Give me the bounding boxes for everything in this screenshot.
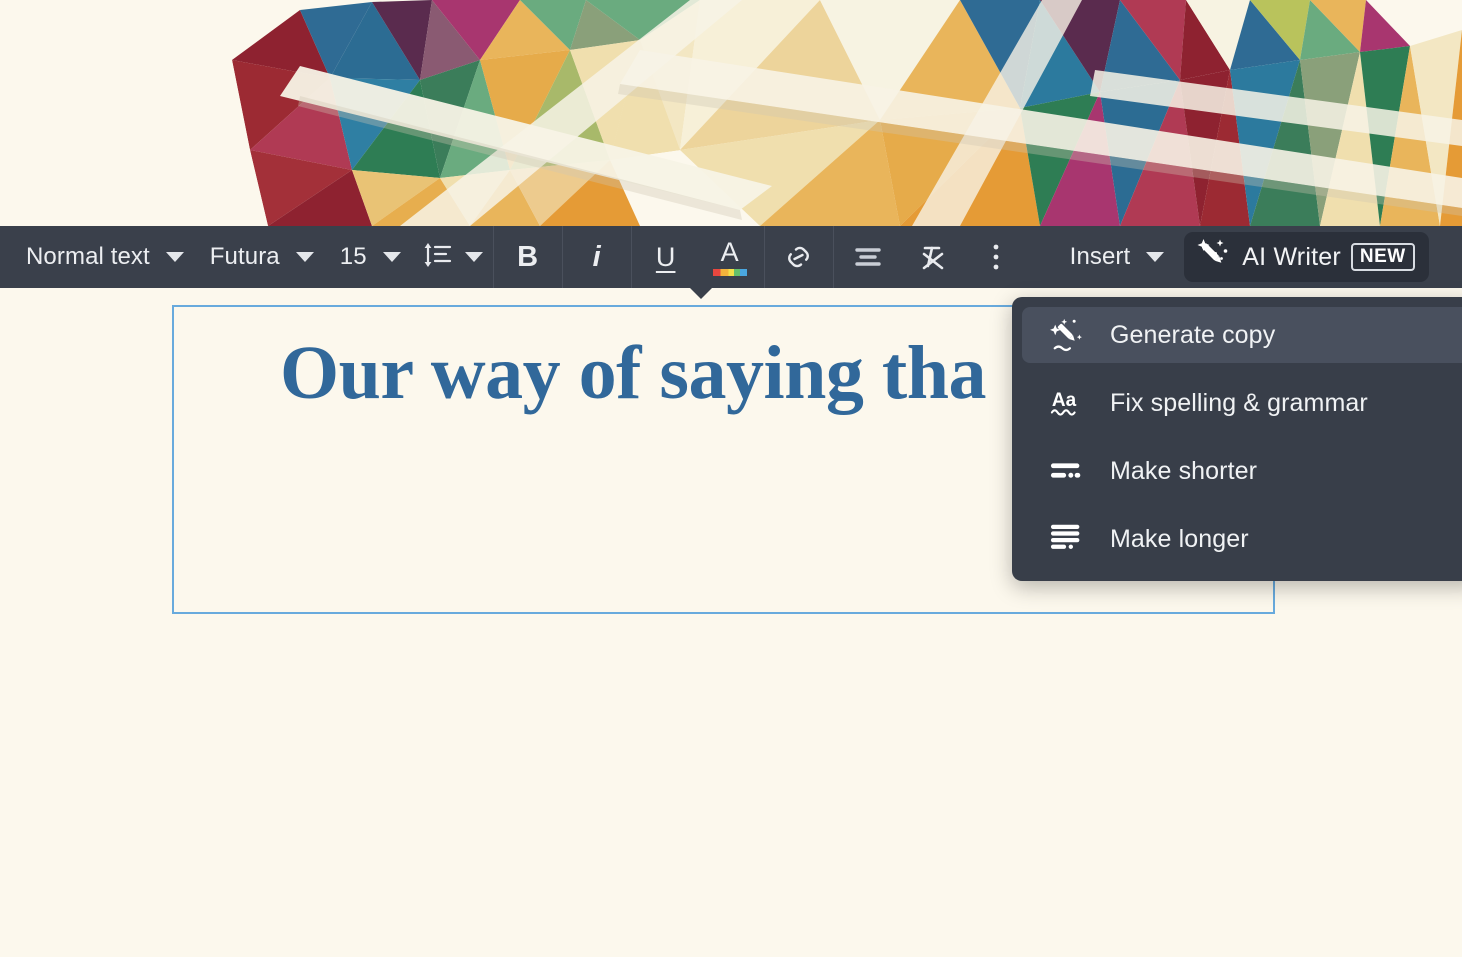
menu-item-make-longer[interactable]: Make longer	[1022, 511, 1462, 567]
chevron-down-icon	[295, 252, 314, 262]
menu-item-label: Make longer	[1110, 524, 1249, 553]
menu-spacer	[1012, 431, 1462, 443]
toolbar-separator	[561, 226, 563, 288]
underline-button[interactable]: U	[634, 226, 698, 288]
bold-button[interactable]: B	[496, 226, 560, 288]
toolbar-separator	[832, 226, 834, 288]
svg-text:Aa: Aa	[1052, 390, 1077, 411]
paragraph-style-dropdown[interactable]: Normal text	[8, 235, 192, 279]
magic-wand-icon	[1196, 238, 1232, 277]
bold-label: B	[517, 240, 539, 273]
text-formatting-toolbar: Normal text Futura 15 B i U A Insert AI …	[0, 226, 1462, 288]
link-icon	[782, 242, 816, 272]
menu-spacer	[1012, 363, 1462, 375]
lowpoly-artwork	[0, 0, 1462, 226]
chevron-down-icon	[165, 252, 184, 262]
ai-writer-label: AI Writer	[1242, 242, 1341, 271]
menu-item-make-shorter[interactable]: Make shorter	[1022, 443, 1462, 499]
magic-wand-pencil-icon	[1050, 317, 1086, 353]
menu-item-fix-spelling-grammar[interactable]: Aa Fix spelling & grammar	[1022, 375, 1462, 431]
menu-item-label: Generate copy	[1110, 320, 1276, 349]
headline-text[interactable]: Our way of saying tha	[280, 335, 986, 411]
clear-formatting-button[interactable]	[900, 226, 964, 288]
chevron-down-icon	[464, 252, 483, 262]
text-color-label: A	[720, 236, 739, 267]
ai-writer-button[interactable]: AI Writer NEW	[1184, 232, 1429, 282]
new-badge: NEW	[1350, 242, 1415, 272]
text-color-button[interactable]: A	[698, 226, 762, 288]
link-button[interactable]	[767, 226, 831, 288]
spellcheck-aa-icon: Aa	[1050, 386, 1086, 420]
toolbar-separator	[763, 226, 765, 288]
menu-item-label: Fix spelling & grammar	[1110, 388, 1368, 417]
ai-writer-menu: Generate copy Aa Fix spelling & grammar	[1012, 297, 1462, 581]
menu-item-label: Make shorter	[1110, 456, 1258, 485]
menu-spacer	[1012, 499, 1462, 511]
more-options-button[interactable]	[964, 226, 1028, 288]
chevron-down-icon	[382, 252, 401, 262]
font-size-label: 15	[339, 243, 367, 270]
make-longer-lines-icon	[1050, 523, 1086, 555]
toolbar-separator	[630, 226, 632, 288]
hero-lowpoly-image[interactable]	[0, 0, 1462, 226]
underline-label: U	[655, 241, 676, 272]
menu-item-generate-copy[interactable]: Generate copy	[1022, 307, 1462, 363]
align-button[interactable]	[836, 226, 900, 288]
insert-label: Insert	[1069, 243, 1131, 270]
color-swatch-bar	[712, 268, 747, 276]
paragraph-style-label: Normal text	[26, 243, 150, 270]
font-family-dropdown[interactable]: Futura	[192, 235, 322, 279]
toolbar-separator	[492, 226, 494, 288]
make-shorter-lines-icon	[1050, 458, 1086, 484]
clear-formatting-icon	[916, 242, 948, 272]
align-center-icon	[852, 244, 884, 270]
line-spacing-icon	[423, 241, 453, 274]
line-spacing-dropdown[interactable]	[409, 235, 491, 279]
font-size-dropdown[interactable]: 15	[322, 235, 409, 279]
more-vertical-icon	[991, 242, 1001, 272]
chevron-down-icon	[1146, 252, 1165, 262]
italic-label: i	[592, 240, 601, 273]
italic-button[interactable]: i	[565, 226, 629, 288]
font-family-label: Futura	[209, 243, 280, 270]
insert-dropdown[interactable]: Insert	[1052, 235, 1173, 279]
text-color-a-icon: A	[712, 236, 747, 276]
editor-canvas: Our way of saying tha Normal text Futura…	[0, 0, 1462, 957]
